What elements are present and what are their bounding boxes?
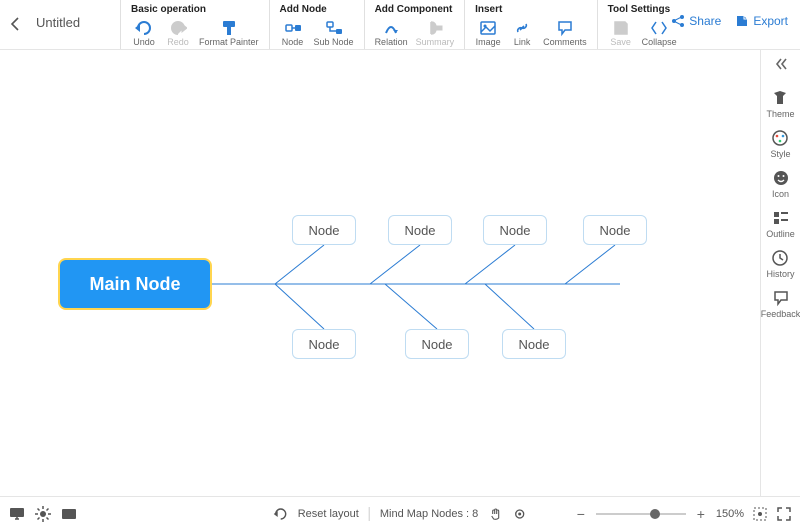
child-node[interactable]: Node — [292, 215, 356, 245]
side-panel: Theme Style Icon Outline History Feedbac… — [760, 50, 800, 496]
relation-button[interactable]: Relation — [375, 19, 408, 47]
comments-button[interactable]: Comments — [543, 19, 587, 47]
outline-icon — [772, 209, 790, 227]
toolbar-group-component: Add Component Relation Summary — [364, 0, 465, 49]
subnode-icon — [325, 19, 343, 37]
node-icon — [284, 19, 302, 37]
link-button[interactable]: Link — [509, 19, 535, 47]
toolbar-group-title: Basic operation — [131, 4, 259, 15]
toolbar-group-basic: Basic operation Undo Redo Format Painter — [120, 0, 269, 49]
toolbar-group-title: Add Component — [375, 4, 455, 15]
style-icon — [771, 129, 789, 147]
app-root: Untitled Basic operation Undo Redo — [0, 0, 800, 531]
child-node[interactable]: Node — [502, 329, 566, 359]
sb-right: − + 150% — [574, 506, 792, 522]
side-icon[interactable]: Icon — [772, 169, 790, 199]
format-painter-button[interactable]: Format Painter — [199, 19, 259, 47]
export-button[interactable]: Export — [735, 14, 788, 28]
side-feedback[interactable]: Feedback — [761, 289, 800, 319]
image-icon — [479, 19, 497, 37]
child-node[interactable]: Node — [292, 329, 356, 359]
fit-icon[interactable] — [752, 506, 768, 522]
node-button[interactable]: Node — [280, 19, 306, 47]
child-node[interactable]: Node — [583, 215, 647, 245]
collapse-icon — [650, 19, 668, 37]
mindmap-canvas[interactable]: Main Node Node Node Node Node Node Node … — [0, 50, 760, 496]
sb-center: Reset layout Mind Map Nodes : 8 — [274, 507, 527, 521]
sb-icon-2[interactable] — [34, 505, 52, 523]
link-icon — [513, 19, 531, 37]
toolbar-groups: Basic operation Undo Redo Format Painter — [120, 0, 687, 49]
main-node[interactable]: Main Node — [60, 260, 210, 308]
chevron-left-icon — [8, 16, 24, 32]
child-node[interactable]: Node — [405, 329, 469, 359]
export-icon — [735, 14, 749, 28]
presentation-icon — [8, 505, 26, 523]
zoom-slider[interactable] — [596, 513, 686, 515]
paintbrush-icon — [220, 19, 238, 37]
top-right-actions: Share Export — [671, 14, 788, 28]
side-theme[interactable]: Theme — [766, 89, 794, 119]
sb-icon-1[interactable] — [8, 505, 26, 523]
zoom-in-button[interactable]: + — [694, 506, 708, 522]
toolbar-group-title: Add Node — [280, 4, 354, 15]
save-button: Save — [608, 19, 634, 47]
toolbar-group-addnode: Add Node Node Sub Node — [269, 0, 364, 49]
side-collapse-button[interactable] — [773, 56, 789, 75]
topbar: Untitled Basic operation Undo Redo — [0, 0, 800, 50]
fullscreen-icon[interactable] — [776, 506, 792, 522]
side-outline[interactable]: Outline — [766, 209, 795, 239]
side-history[interactable]: History — [766, 249, 794, 279]
minimap-icon — [60, 505, 78, 523]
summary-icon — [426, 19, 444, 37]
toolbar-group-title: Insert — [475, 4, 587, 15]
emoji-icon — [772, 169, 790, 187]
subnode-button[interactable]: Sub Node — [314, 19, 354, 47]
relation-icon — [382, 19, 400, 37]
target-icon[interactable] — [512, 507, 526, 521]
feedback-icon — [772, 289, 790, 307]
share-button[interactable]: Share — [671, 14, 721, 28]
doc-title[interactable]: Untitled — [36, 15, 80, 30]
nodes-count-value: 8 — [472, 508, 478, 520]
zoom-percent: 150% — [716, 508, 744, 520]
status-bar: Reset layout Mind Map Nodes : 8 − + 150% — [0, 496, 800, 531]
zoom-out-button[interactable]: − — [574, 506, 588, 522]
history-icon — [771, 249, 789, 267]
redo-button: Redo — [165, 19, 191, 47]
share-icon — [671, 14, 685, 28]
toolbar-group-insert: Insert Image Link Comments — [464, 0, 597, 49]
undo-icon — [135, 19, 153, 37]
sb-icon-3[interactable] — [60, 505, 78, 523]
sun-icon — [34, 505, 52, 523]
undo-button[interactable]: Undo — [131, 19, 157, 47]
chevron-double-left-icon — [773, 56, 789, 72]
toolbar-group-title: Tool Settings — [608, 4, 677, 15]
redo-icon — [169, 19, 187, 37]
hand-icon[interactable] — [488, 507, 502, 521]
theme-icon — [771, 89, 789, 107]
back-button[interactable] — [8, 16, 24, 32]
summary-button: Summary — [416, 19, 455, 47]
zoom-slider-knob[interactable] — [650, 509, 660, 519]
comments-icon — [556, 19, 574, 37]
sb-left-icons — [0, 505, 78, 523]
reset-layout-button[interactable]: Reset layout — [298, 508, 359, 520]
child-node[interactable]: Node — [483, 215, 547, 245]
reset-layout-icon — [274, 507, 288, 521]
image-button[interactable]: Image — [475, 19, 501, 47]
nodes-count-label: Mind Map Nodes : 8 — [380, 508, 478, 520]
child-node[interactable]: Node — [388, 215, 452, 245]
side-style[interactable]: Style — [770, 129, 790, 159]
save-icon — [612, 19, 630, 37]
